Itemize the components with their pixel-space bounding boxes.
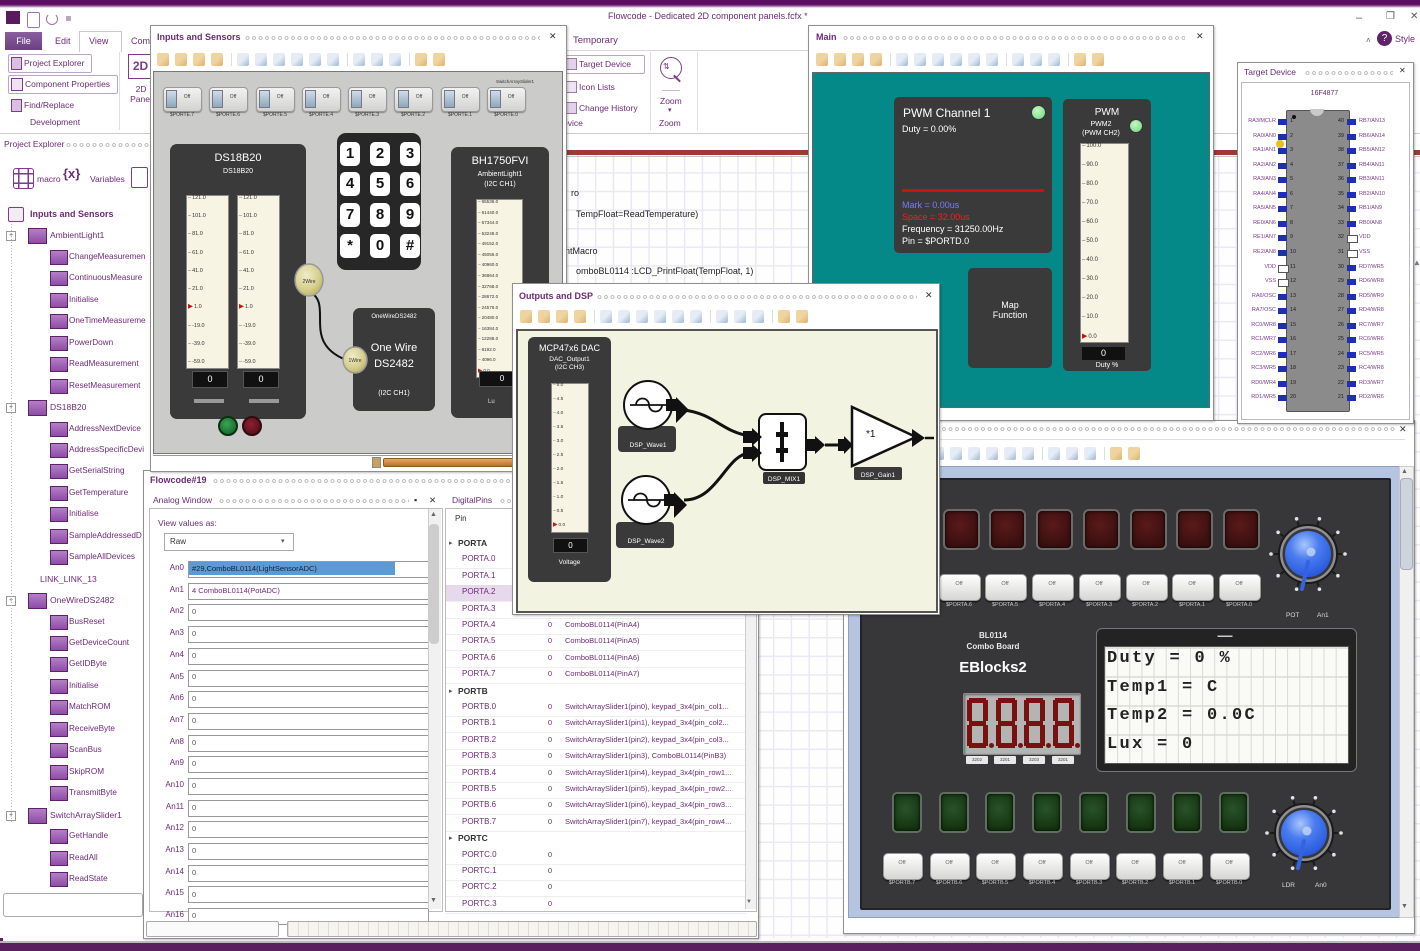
- svg-text:1Wire: 1Wire: [348, 358, 361, 364]
- svg-text:DSP_MIX1: DSP_MIX1: [768, 476, 801, 483]
- svg-text:2Wire: 2Wire: [302, 279, 315, 285]
- svg-text:*1: *1: [866, 429, 876, 440]
- svg-text:DSP_Wave1: DSP_Wave1: [630, 442, 667, 449]
- svg-text:DSP_Wave2: DSP_Wave2: [628, 538, 665, 545]
- svg-text:DSP_Gain1: DSP_Gain1: [861, 472, 896, 479]
